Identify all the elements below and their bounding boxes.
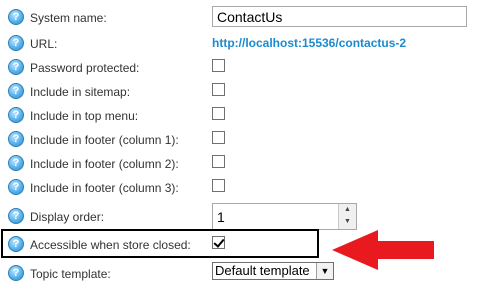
include-in-footer-1-row: ? Include in footer (column 1): bbox=[0, 128, 489, 152]
help-icon[interactable]: ? bbox=[8, 131, 24, 147]
password-protected-row: ? Password protected: bbox=[0, 56, 489, 80]
help-icon[interactable]: ? bbox=[8, 179, 24, 195]
url-label: URL: bbox=[30, 37, 58, 51]
topic-template-select[interactable]: Default template ▼ bbox=[212, 262, 334, 280]
include-in-footer-1-label: Include in footer (column 1): bbox=[30, 133, 179, 147]
help-icon[interactable]: ? bbox=[8, 59, 24, 75]
password-protected-label: Password protected: bbox=[30, 61, 140, 75]
system-name-input[interactable]: ContactUs bbox=[212, 6, 467, 27]
help-icon[interactable]: ? bbox=[8, 155, 24, 171]
help-icon[interactable]: ? bbox=[8, 9, 24, 25]
spin-down-icon[interactable]: ▼ bbox=[339, 216, 356, 228]
include-in-footer-2-row: ? Include in footer (column 2): bbox=[0, 152, 489, 176]
system-name-label: System name: bbox=[30, 11, 107, 25]
annotation-highlight-box bbox=[1, 229, 319, 258]
help-icon[interactable]: ? bbox=[8, 83, 24, 99]
display-order-spinner[interactable]: ▲ ▼ bbox=[338, 204, 356, 229]
spin-up-icon[interactable]: ▲ bbox=[339, 204, 356, 216]
password-protected-checkbox[interactable] bbox=[212, 59, 225, 72]
display-order-row: ? Display order: 1 ▲ ▼ bbox=[0, 203, 489, 231]
url-link[interactable]: http://localhost:15536/contactus-2 bbox=[212, 36, 406, 50]
topic-template-value: Default template bbox=[215, 263, 310, 278]
help-icon[interactable]: ? bbox=[8, 265, 24, 281]
include-in-top-menu-row: ? Include in top menu: bbox=[0, 104, 489, 128]
display-order-label: Display order: bbox=[30, 210, 105, 224]
display-order-input[interactable]: 1 ▲ ▼ bbox=[212, 203, 357, 230]
help-icon[interactable]: ? bbox=[8, 35, 24, 51]
include-in-footer-3-checkbox[interactable] bbox=[212, 179, 225, 192]
include-in-footer-2-checkbox[interactable] bbox=[212, 155, 225, 168]
include-in-footer-2-label: Include in footer (column 2): bbox=[30, 157, 179, 171]
include-in-sitemap-checkbox[interactable] bbox=[212, 83, 225, 96]
display-order-value: 1 bbox=[217, 209, 225, 225]
include-in-footer-3-row: ? Include in footer (column 3): bbox=[0, 176, 489, 200]
topic-template-label: Topic template: bbox=[30, 267, 111, 281]
topic-template-row: ? Topic template: Default template ▼ bbox=[0, 262, 489, 286]
chevron-down-icon[interactable]: ▼ bbox=[316, 263, 333, 279]
help-icon[interactable]: ? bbox=[8, 107, 24, 123]
include-in-sitemap-label: Include in sitemap: bbox=[30, 85, 131, 99]
include-in-sitemap-row: ? Include in sitemap: bbox=[0, 80, 489, 104]
include-in-footer-3-label: Include in footer (column 3): bbox=[30, 181, 179, 195]
help-icon[interactable]: ? bbox=[8, 208, 24, 224]
system-name-row: ? System name: ContactUs bbox=[0, 6, 489, 30]
url-row: ? URL: http://localhost:15536/contactus-… bbox=[0, 32, 489, 56]
include-in-top-menu-checkbox[interactable] bbox=[212, 107, 225, 120]
include-in-footer-1-checkbox[interactable] bbox=[212, 131, 225, 144]
include-in-top-menu-label: Include in top menu: bbox=[30, 109, 139, 123]
